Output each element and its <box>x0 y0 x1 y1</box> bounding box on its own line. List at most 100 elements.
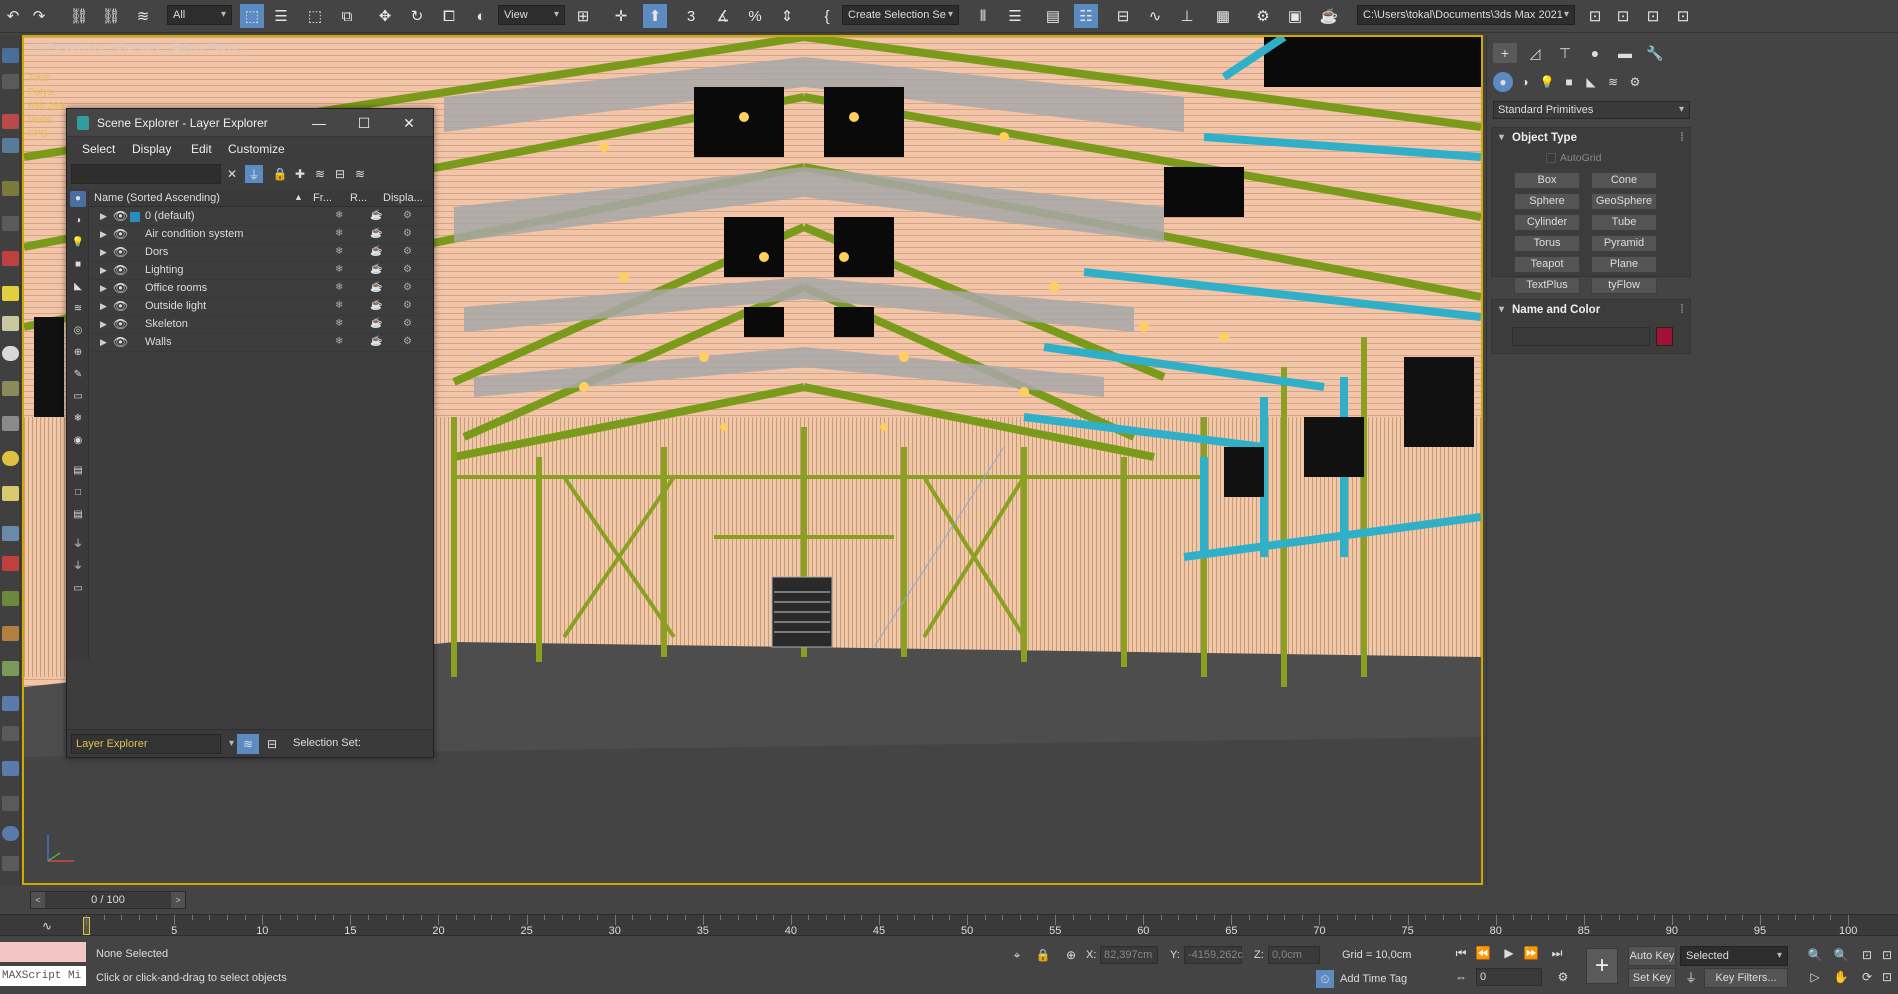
tool-icon[interactable] <box>2 761 19 776</box>
isolate-icon[interactable]: ⌖ <box>1008 946 1026 964</box>
expand-icon[interactable]: ▶ <box>100 247 107 258</box>
move-icon[interactable]: ✥ <box>374 4 396 28</box>
shapes-icon[interactable]: ◑ <box>1515 72 1535 92</box>
y-coordinate-field[interactable]: -4159,262c <box>1184 946 1243 964</box>
clear-search-icon[interactable]: ✕ <box>223 165 241 183</box>
tool-icon[interactable] <box>2 556 19 571</box>
rotate-icon[interactable]: ↻ <box>406 4 428 28</box>
layer-row[interactable]: ▶ 👁 Dors ❄ ☕ ⚙ <box>90 244 433 262</box>
track-bar[interactable]: ∿ 5 10 15 20 25 30 35 40 45 50 55 60 65 70 75 80 85 90 95 1… <box>0 914 1898 937</box>
expand-icon[interactable]: ▶ <box>100 337 107 348</box>
layer-row[interactable]: ▶ 👁 Walls ❄ ☕ ⚙ <box>90 334 433 352</box>
object-type-header[interactable]: Object Type <box>1492 128 1690 148</box>
undo-icon[interactable]: ↶ <box>2 4 24 28</box>
autogrid-checkbox[interactable]: AutoGrid <box>1546 152 1601 164</box>
zoom-extents-icon[interactable]: ⊡ <box>1858 946 1876 964</box>
maximize-viewport-icon[interactable]: ⊡ <box>1878 968 1896 986</box>
geosphere-button[interactable]: GeoSphere <box>1591 193 1657 210</box>
tool-icon[interactable] <box>2 796 19 811</box>
freeze-icon[interactable]: ❄ <box>335 210 343 221</box>
helpers-icon[interactable]: ◣ <box>1581 72 1601 92</box>
display-frozen-icon[interactable]: ❄ <box>70 411 86 427</box>
display-mode-icon[interactable]: ⚙ <box>403 282 412 293</box>
freeze-icon[interactable]: ❄ <box>335 228 343 239</box>
visibility-eye-icon[interactable]: 👁 <box>113 281 128 295</box>
visibility-eye-icon[interactable]: 👁 <box>113 299 128 313</box>
ref-coord-dropdown[interactable]: View <box>498 5 565 25</box>
expand-icon[interactable]: ▶ <box>100 211 107 222</box>
time-slider[interactable]: < 0 / 100 > <box>30 891 186 909</box>
teapot-button[interactable]: Teapot <box>1514 256 1580 273</box>
hierarchy-tab-icon[interactable]: ⊤ <box>1553 43 1577 63</box>
tool-icon[interactable] <box>2 251 19 266</box>
display-none-icon[interactable]: □ <box>70 485 86 501</box>
freeze-icon[interactable]: ❄ <box>335 264 343 275</box>
column-display[interactable]: Displa... <box>383 192 423 204</box>
layer-row[interactable]: ▶ 👁 Lighting ❄ ☕ ⚙ <box>90 262 433 280</box>
filter-funnel-icon[interactable]: ⏚ <box>70 559 86 575</box>
visibility-eye-icon[interactable]: 👁 <box>113 227 128 241</box>
zoom-icon[interactable]: 🔍 <box>1806 946 1824 964</box>
search-input[interactable] <box>71 164 221 184</box>
select-by-name-icon[interactable]: ☰ <box>270 4 292 28</box>
render-setup-icon[interactable]: ⚙ <box>1252 4 1274 28</box>
display-containers-icon[interactable]: ▭ <box>70 389 86 405</box>
make-current-layer-icon[interactable]: ⊟ <box>331 165 349 183</box>
layer-row[interactable]: ▶ 👁 Air condition system ❄ ☕ ⚙ <box>90 226 433 244</box>
display-groups-icon[interactable]: ◎ <box>70 323 86 339</box>
placement-icon[interactable]: ◐ <box>470 4 492 28</box>
set-keys-icon[interactable]: + <box>1586 948 1618 984</box>
tool-icon[interactable] <box>2 696 19 711</box>
render-teapot-icon[interactable]: ☕ <box>370 264 382 275</box>
render-teapot-icon[interactable]: ☕ <box>370 210 382 221</box>
named-selection-dropdown[interactable]: Create Selection Se <box>842 5 959 25</box>
prev-frame-icon[interactable]: < <box>31 892 45 908</box>
select-object-icon[interactable]: ⬚ <box>240 4 264 28</box>
tool-icon[interactable] <box>2 726 19 741</box>
prev-key-icon[interactable]: ⏪ <box>1474 944 1492 962</box>
workspace-icon[interactable]: ⊡ <box>1612 4 1634 28</box>
tool-icon[interactable] <box>2 381 19 396</box>
layer-explorer-icon[interactable]: ≋ <box>237 734 259 754</box>
visibility-eye-icon[interactable]: 👁 <box>113 209 128 223</box>
tool-icon[interactable] <box>2 416 19 431</box>
layer-row[interactable]: ▶ 👁 Skeleton ❄ ☕ ⚙ <box>90 316 433 334</box>
layer-explorer-icon[interactable]: ▤ <box>1042 4 1064 28</box>
visibility-eye-icon[interactable]: 👁 <box>113 317 128 331</box>
modify-tab-icon[interactable]: ◿ <box>1523 43 1547 63</box>
name-and-color-header[interactable]: Name and Color <box>1492 300 1690 320</box>
menu-edit[interactable]: Edit <box>191 142 212 156</box>
time-config-icon[interactable]: ⚙ <box>1554 968 1572 986</box>
filter-icon[interactable]: ⏚ <box>245 165 263 183</box>
display-xrefs-icon[interactable]: ⊕ <box>70 345 86 361</box>
align-icon[interactable]: ☰ <box>1004 4 1026 28</box>
keyboard-shortcut-icon[interactable]: ⬆ <box>643 4 667 28</box>
maxscript-mini-input[interactable]: MAXScript Mi <box>0 966 86 986</box>
display-children-icon[interactable]: ▭ <box>70 581 86 597</box>
display-cameras-icon[interactable]: ■ <box>70 257 86 273</box>
display-invert-icon[interactable]: ▤ <box>70 507 86 523</box>
freeze-icon[interactable]: ❄ <box>335 246 343 257</box>
lock-icon[interactable]: 🔒 <box>271 165 289 183</box>
render-teapot-icon[interactable]: ☕ <box>370 318 382 329</box>
display-mode-icon[interactable]: ⚙ <box>403 300 412 311</box>
tyflow-button[interactable]: tyFlow <box>1591 277 1657 294</box>
tool-icon[interactable] <box>2 856 19 871</box>
layers-icon[interactable]: ≋ <box>351 165 369 183</box>
lights-icon[interactable]: 💡 <box>1537 72 1557 92</box>
expand-icon[interactable]: ▶ <box>100 265 107 276</box>
expand-icon[interactable]: ▶ <box>100 319 107 330</box>
project-path-dropdown[interactable]: C:\Users\tokal\Documents\3ds Max 2021 <box>1357 5 1575 25</box>
auto-key-button[interactable]: Auto Key <box>1628 946 1676 966</box>
tool-icon[interactable] <box>2 48 19 63</box>
selection-set-label[interactable]: Selection Set: <box>293 737 361 749</box>
cameras-icon[interactable]: ■ <box>1559 72 1579 92</box>
layer-row[interactable]: ▶ 👁 0 (default) ❄ ☕ ⚙ <box>90 208 433 226</box>
display-all-icon[interactable]: ▤ <box>70 463 86 479</box>
freeze-icon[interactable]: ❄ <box>335 318 343 329</box>
tool-icon[interactable] <box>2 114 19 129</box>
pivot-icon[interactable]: ⊞ <box>572 4 594 28</box>
primitive-type-dropdown[interactable]: Standard Primitives <box>1493 101 1690 119</box>
bind-space-warp-icon[interactable]: ≋ <box>132 4 154 28</box>
tool-icon[interactable] <box>2 316 19 331</box>
